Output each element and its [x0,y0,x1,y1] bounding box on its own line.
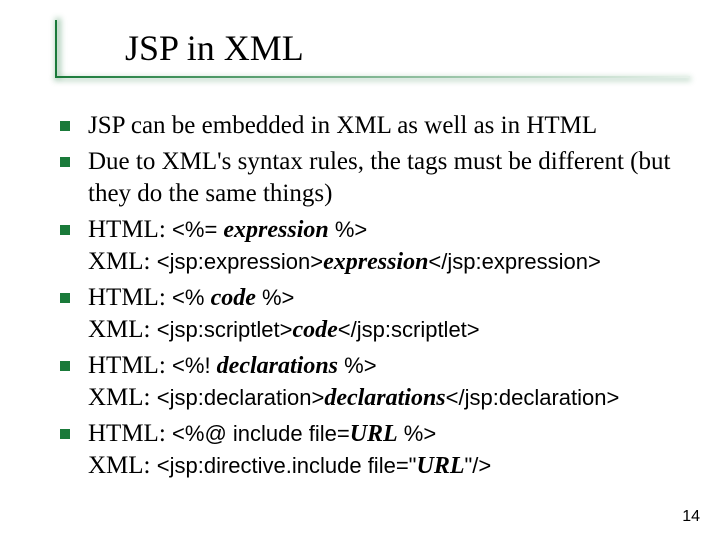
slide-content: JSP can be embedded in XML as well as in… [60,110,680,486]
code-ital: declarations [324,385,445,411]
xml-label: XML: [88,384,157,411]
code-ital: expression [323,249,428,275]
code-pre: <%= [172,217,223,242]
code-ital: code [211,285,256,311]
code-pre: <jsp:expression> [157,249,323,274]
code-post: %> [329,217,368,242]
slide-title: JSP in XML [55,27,304,69]
bullet-icon [60,157,70,167]
bullet-icon [60,225,70,235]
html-label: HTML: [88,420,172,447]
html-label: HTML: [88,284,172,311]
list-item: HTML: <%@ include file=URL %> XML: <jsp:… [60,418,680,482]
list-item: JSP can be embedded in XML as well as in… [60,110,680,142]
code-ital: URL [350,421,398,447]
code-pre: <%@ include file= [172,421,350,446]
bullet-icon [60,361,70,371]
html-label: HTML: [88,216,172,243]
list-item: HTML: <% code %> XML: <jsp:scriptlet>cod… [60,282,680,346]
code-post: %> [338,353,377,378]
bullet-text: HTML: <%@ include file=URL %> XML: <jsp:… [88,418,491,482]
code-pre: <jsp:directive.include file=" [157,453,417,478]
code-ital: code [292,317,337,343]
code-ital: URL [416,453,464,479]
xml-label: XML: [88,316,157,343]
code-post: </jsp:declaration> [446,385,620,410]
code-pre: <jsp:declaration> [157,385,325,410]
list-item: HTML: <%= expression %> XML: <jsp:expres… [60,214,680,278]
bullet-icon [60,429,70,439]
list-item: Due to XML's syntax rules, the tags must… [60,146,680,210]
bullet-text: HTML: <%= expression %> XML: <jsp:expres… [88,214,601,278]
bullet-text: JSP can be embedded in XML as well as in… [88,110,597,142]
page-number: 14 [682,508,700,526]
bullet-icon [60,121,70,131]
code-post: </jsp:scriptlet> [338,317,480,342]
bullet-text: HTML: <%! declarations %> XML: <jsp:decl… [88,350,619,414]
xml-label: XML: [88,248,157,275]
list-item: HTML: <%! declarations %> XML: <jsp:decl… [60,350,680,414]
code-pre: <jsp:scriptlet> [157,317,293,342]
code-ital: declarations [217,353,338,379]
code-post: "/> [464,453,491,478]
title-underline [55,76,690,78]
code-pre: <% [172,285,211,310]
bullet-icon [60,293,70,303]
bullet-text: HTML: <% code %> XML: <jsp:scriptlet>cod… [88,282,480,346]
html-label: HTML: [88,352,172,379]
code-post: %> [398,421,437,446]
title-bar: JSP in XML [55,20,690,76]
code-ital: expression [223,217,328,243]
xml-label: XML: [88,452,157,479]
code-pre: <%! [172,353,217,378]
code-post: </jsp:expression> [428,249,600,274]
bullet-text: Due to XML's syntax rules, the tags must… [88,146,680,210]
code-post: %> [256,285,295,310]
